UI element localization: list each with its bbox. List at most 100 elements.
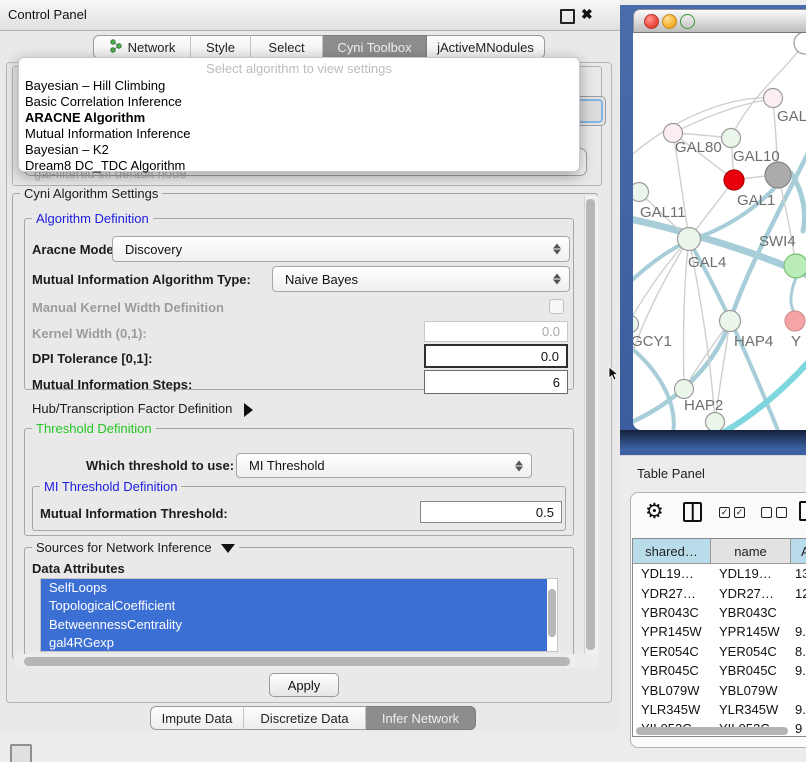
- aracne-mode-combobox[interactable]: Discovery: [112, 236, 570, 262]
- cell: 9: [791, 721, 806, 736]
- cell: YBR043C: [711, 605, 791, 620]
- node-gal11[interactable]: [633, 183, 649, 202]
- node-attribute-table: shared… name A YDL19… YDL19… 13 YDR27… Y…: [632, 538, 806, 737]
- which-threshold-combobox[interactable]: MI Threshold: [236, 453, 532, 478]
- table-row[interactable]: YLR345W YLR345W 9.: [633, 700, 806, 719]
- gear-icon[interactable]: ⚙: [645, 501, 664, 522]
- control-panel-titlebar[interactable]: [0, 0, 620, 31]
- list-item[interactable]: SelfLoops: [41, 579, 547, 597]
- cell: YDL19…: [711, 566, 791, 581]
- mi-threshold-field[interactable]: 0.5: [420, 501, 562, 523]
- algorithm-option[interactable]: Mutual Information Inference: [25, 126, 190, 141]
- apply-button[interactable]: Apply: [269, 673, 339, 697]
- cell: YBR043C: [633, 605, 711, 620]
- settings-scrollbar-thumb[interactable]: [586, 199, 595, 650]
- float-window-icon[interactable]: [560, 9, 575, 24]
- tab-style[interactable]: Style: [191, 35, 251, 59]
- node-partial-topright[interactable]: [794, 33, 806, 54]
- tab-cyni-toolbox[interactable]: Cyni Toolbox: [323, 35, 427, 59]
- column-header-name[interactable]: name: [711, 539, 791, 563]
- cell: YPR145W: [633, 624, 711, 639]
- algorithm-option-selected[interactable]: ARACNE Algorithm: [25, 110, 145, 125]
- list-item[interactable]: TopologicalCoefficient: [41, 597, 547, 615]
- table-row[interactable]: YDR27… YDR27… 12: [633, 583, 806, 602]
- zoom-traffic-light-icon[interactable]: [680, 14, 695, 29]
- node-pink[interactable]: [764, 89, 783, 108]
- node-hap2[interactable]: [675, 380, 694, 399]
- attributes-scrollbar-thumb[interactable]: [548, 589, 556, 637]
- network-window-bottom-frame: [620, 430, 806, 455]
- table-row[interactable]: YBR045C YBR045C 9.: [633, 661, 806, 680]
- which-threshold-label: Which threshold to use:: [86, 458, 234, 473]
- list-item[interactable]: gal4RGexp: [41, 634, 547, 652]
- algorithm-option[interactable]: Basic Correlation Inference: [25, 94, 182, 109]
- node-swi4[interactable]: [784, 254, 806, 278]
- sources-title-label: Sources for Network Inference: [36, 540, 212, 555]
- sources-group-title[interactable]: Sources for Network Inference: [32, 540, 239, 555]
- cell: YBR045C: [633, 663, 711, 678]
- table-row[interactable]: YDL19… YDL19… 13: [633, 564, 806, 583]
- screenshot-root: Control Panel ✖ Network Style: [0, 0, 806, 762]
- tab-infer-network[interactable]: Infer Network: [366, 706, 476, 730]
- kernel-width-field[interactable]: 0.0: [424, 321, 568, 342]
- algorithm-option[interactable]: Bayesian – K2: [25, 142, 109, 157]
- table-row[interactable]: YBR043C YBR043C: [633, 603, 806, 622]
- table-row[interactable]: YER054C YER054C 8.: [633, 642, 806, 661]
- node-salmon[interactable]: [785, 311, 805, 331]
- table-row[interactable]: YPR145W YPR145W 9.: [633, 622, 806, 641]
- dpi-tolerance-field[interactable]: 0.0: [424, 344, 568, 368]
- split-column-icon[interactable]: [683, 502, 702, 522]
- manual-kernel-width-checkbox[interactable]: [549, 299, 564, 314]
- tab-select[interactable]: Select: [251, 35, 323, 59]
- algorithm-option[interactable]: Dream8 DC_TDC Algorithm: [25, 158, 185, 173]
- column-header-partial[interactable]: A: [791, 539, 806, 563]
- close-icon[interactable]: ✖: [581, 6, 593, 23]
- tab-discretize-data[interactable]: Discretize Data: [244, 706, 366, 730]
- node-partial-bottom[interactable]: [706, 413, 725, 431]
- tab-discretize-data-label: Discretize Data: [260, 711, 348, 726]
- mi-steps-field[interactable]: 6: [424, 370, 568, 394]
- minimize-traffic-light-icon[interactable]: [662, 14, 677, 29]
- tab-style-label: Style: [206, 40, 235, 55]
- algorithm-definition-title: Algorithm Definition: [32, 211, 153, 226]
- list-item[interactable]: BetweennessCentrality: [41, 616, 547, 634]
- data-attributes-list[interactable]: SelfLoops TopologicalCoefficient Between…: [40, 578, 558, 652]
- kernel-width-label: Kernel Width (0,1):: [32, 326, 147, 341]
- cell: YBL079W: [633, 683, 711, 698]
- select-all-columns-icon[interactable]: ✓ ✓: [719, 507, 745, 518]
- node-gal10[interactable]: [722, 129, 741, 148]
- deselect-all-columns-icon[interactable]: [761, 507, 787, 518]
- unchecked-box-icon: [761, 507, 772, 518]
- tab-network[interactable]: Network: [93, 35, 191, 59]
- algorithm-dropdown-popup: Select algorithm to view settings Bayesi…: [18, 57, 580, 172]
- data-attributes-label: Data Attributes: [32, 561, 125, 576]
- node-gal4[interactable]: [678, 228, 701, 251]
- threshold-definition-title: Threshold Definition: [32, 421, 156, 436]
- tab-jactivemnodules[interactable]: jActiveMNodules: [427, 35, 545, 59]
- settings-hscrollbar-thumb[interactable]: [24, 657, 570, 666]
- node-gray[interactable]: [765, 162, 791, 188]
- network-view-canvas[interactable]: GAL GAL80 GAL10 GAL1 GAL11 SWI4 GAL4 GCY…: [633, 33, 806, 430]
- mi-threshold-label: Mutual Information Threshold:: [40, 506, 228, 521]
- mouse-cursor: [608, 367, 620, 381]
- tab-impute-data[interactable]: Impute Data: [150, 706, 244, 730]
- node-label-gal11: GAL11: [640, 204, 686, 221]
- cell: YDL19…: [633, 566, 711, 581]
- network-window-titlebar[interactable]: [633, 9, 806, 33]
- mi-algorithm-type-combobox[interactable]: Naive Bayes: [272, 266, 570, 292]
- table-hscrollbar-thumb[interactable]: [636, 727, 788, 735]
- column-header-shared-name[interactable]: shared…: [633, 539, 711, 563]
- table-row[interactable]: YBL079W YBL079W: [633, 680, 806, 699]
- chevron-down-icon: [221, 544, 235, 553]
- close-traffic-light-icon[interactable]: [644, 14, 659, 29]
- hub-definition-toggle[interactable]: Hub/Transcription Factor Definition: [32, 401, 253, 417]
- minimized-palette-icon[interactable]: [10, 744, 32, 762]
- checked-box-icon: ✓: [719, 507, 730, 518]
- manual-kernel-width-label: Manual Kernel Width Definition: [32, 300, 224, 315]
- node-hap4[interactable]: [720, 311, 741, 332]
- cell: YBR045C: [711, 663, 791, 678]
- document-icon[interactable]: [799, 501, 806, 521]
- node-red-selected[interactable]: [724, 170, 744, 190]
- algorithm-option[interactable]: Bayesian – Hill Climbing: [25, 78, 165, 93]
- node-gcy1[interactable]: [633, 316, 639, 333]
